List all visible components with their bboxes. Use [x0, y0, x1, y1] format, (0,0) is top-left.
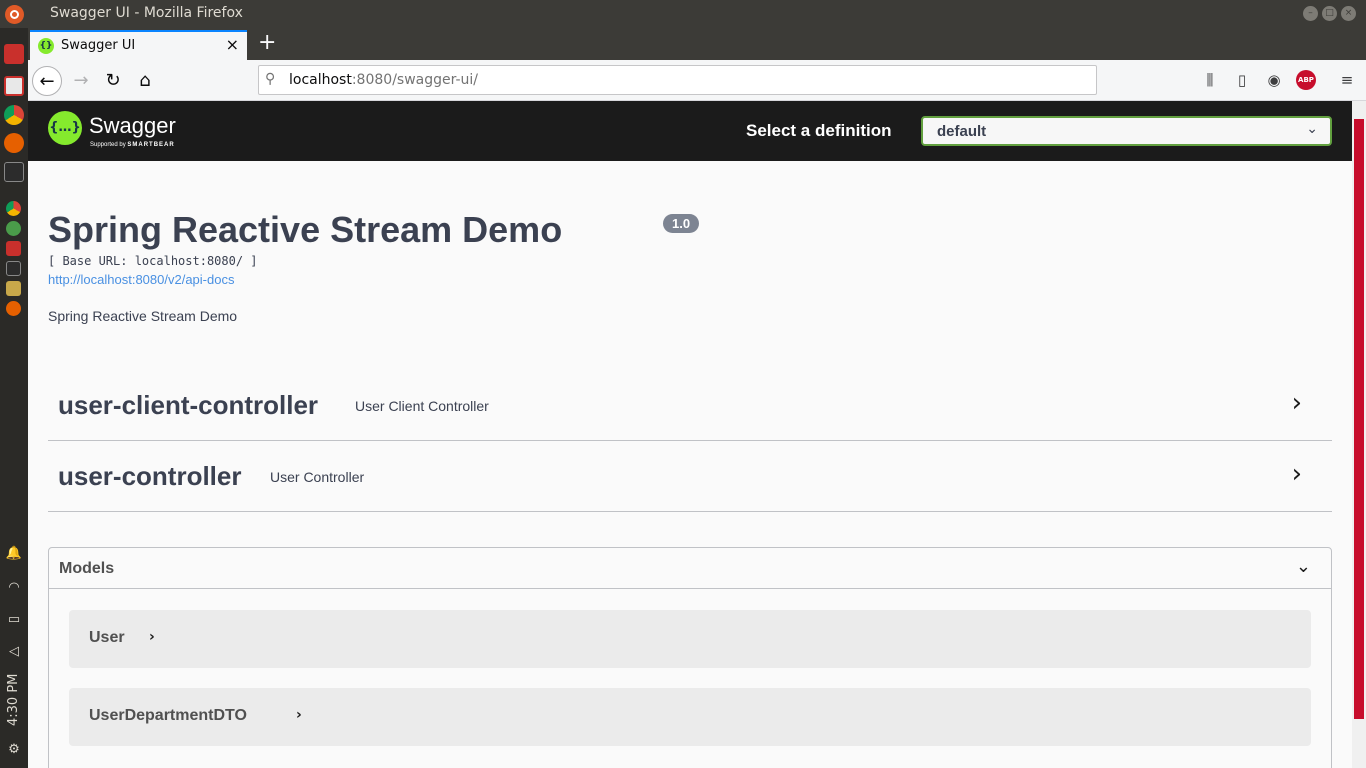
swagger-favicon-icon: {} [38, 38, 54, 54]
firefox-icon[interactable] [4, 133, 24, 153]
chevron-right-icon: › [149, 629, 155, 645]
editor-icon[interactable] [6, 281, 21, 296]
select-definition-label: Select a definition [746, 121, 892, 140]
swagger-brand-sub: Supported by SMARTBEAR [90, 142, 175, 148]
close-window-icon[interactable]: × [1341, 6, 1356, 21]
url-path: :8080/swagger-ui/ [351, 72, 479, 88]
tab-label: Swagger UI [61, 38, 136, 53]
tag-user-client-controller[interactable]: user-client-controller User Client Contr… [48, 370, 1332, 441]
sidebar-toggle-icon[interactable]: ▯ [1232, 70, 1252, 90]
model-name: User [89, 629, 125, 646]
swagger-topbar: {…} Swagger Supported by SMARTBEAR Selec… [28, 101, 1352, 161]
folder-icon[interactable] [6, 241, 21, 256]
window-titlebar: Swagger UI - Mozilla Firefox – □ × [0, 0, 1366, 28]
url-text: localhost:8080/swagger-ui/ [289, 72, 478, 88]
brand-sub-prefix: Supported by [90, 142, 126, 148]
clock[interactable]: 4:30 PM [3, 668, 25, 728]
library-icon[interactable]: ⫼ [1200, 70, 1220, 90]
tag-name: user-controller [58, 461, 242, 491]
navigation-bar: ← → ↻ ⌂ ⚲ localhost:8080/swagger-ui/ ⫼ ▯… [28, 60, 1366, 101]
volume-muted-icon[interactable]: ◁ [5, 644, 23, 660]
maximize-icon[interactable]: □ [1322, 6, 1337, 21]
brand-sub-company: SMARTBEAR [127, 142, 175, 148]
app-icon-1[interactable] [4, 44, 24, 64]
chevron-right-icon: › [1291, 388, 1302, 418]
terminal-small-icon[interactable] [6, 261, 21, 276]
home-button[interactable]: ⌂ [130, 66, 160, 96]
terminal-icon[interactable] [4, 162, 24, 182]
tag-name: user-client-controller [58, 390, 319, 420]
tag-description: User Controller [270, 469, 365, 485]
models-header[interactable]: Models ⌄ [49, 548, 1331, 589]
spring-icon[interactable] [6, 221, 21, 236]
account-icon[interactable]: ◉ [1264, 70, 1284, 90]
chevron-right-icon: › [1291, 459, 1302, 489]
scrollbar-thumb[interactable] [1354, 119, 1364, 719]
wifi-icon[interactable]: ◠ [5, 580, 23, 596]
api-docs-link[interactable]: http://localhost:8080/v2/api-docs [48, 272, 234, 287]
menu-hamburger-icon[interactable]: ≡ [1337, 70, 1357, 90]
model-user-department-dto[interactable]: UserDepartmentDTO › [69, 688, 1311, 746]
firefox-small-icon[interactable] [6, 301, 21, 316]
reload-button[interactable]: ↻ [98, 66, 128, 96]
tag-description: User Client Controller [355, 398, 489, 414]
definition-select[interactable]: default ⌄ [921, 116, 1332, 146]
files-app-icon[interactable] [4, 76, 24, 96]
page-scrollbar[interactable] [1352, 101, 1366, 768]
forward-button[interactable]: → [66, 66, 96, 96]
api-description: Spring Reactive Stream Demo [48, 308, 238, 324]
notification-bell-icon[interactable]: 🔔 [5, 546, 23, 562]
tag-user-controller[interactable]: user-controller User Controller › [48, 441, 1332, 512]
chevron-right-icon: › [296, 707, 302, 723]
new-tab-button[interactable]: + [258, 30, 276, 56]
chrome-icon[interactable] [4, 105, 24, 125]
adblock-plus-icon[interactable]: ABP [1296, 70, 1316, 90]
models-section: Models ⌄ User › UserDepartmentDTO › [48, 547, 1332, 768]
tab-swagger-ui[interactable]: {} Swagger UI × [30, 30, 247, 60]
minimize-icon[interactable]: – [1303, 6, 1318, 21]
tab-bar: {} Swagger UI × + [28, 28, 1366, 60]
chevron-down-icon: ⌄ [1295, 556, 1311, 577]
ubuntu-logo-icon[interactable] [5, 5, 24, 24]
launcher-sidebar: 🔔 ◠ ▭ ◁ 4:30 PM ⚙ [0, 28, 28, 768]
search-icon: ⚲ [265, 71, 276, 87]
battery-icon[interactable]: ▭ [5, 612, 23, 628]
close-tab-icon[interactable]: × [226, 35, 239, 54]
swagger-brand[interactable]: Swagger [89, 113, 176, 139]
version-badge: 1.0 [663, 214, 700, 233]
models-title: Models [59, 560, 115, 577]
window-title: Swagger UI - Mozilla Firefox [50, 5, 243, 21]
model-user[interactable]: User › [69, 610, 1311, 668]
settings-gear-icon[interactable]: ⚙ [5, 742, 23, 758]
chevron-down-icon: ⌄ [1306, 121, 1318, 137]
url-bar[interactable]: ⚲ localhost:8080/swagger-ui/ [258, 65, 1097, 95]
back-button[interactable]: ← [32, 66, 62, 96]
swagger-logo-icon[interactable]: {…} [48, 111, 82, 145]
model-name: UserDepartmentDTO [89, 707, 247, 724]
base-url: [ Base URL: localhost:8080/ ] [48, 254, 258, 268]
window-controls: – □ × [1303, 6, 1356, 21]
api-title: Spring Reactive Stream Demo [48, 209, 563, 250]
url-host: localhost [289, 72, 352, 88]
clock-text: 4:30 PM [6, 673, 21, 726]
page-content: {…} Swagger Supported by SMARTBEAR Selec… [28, 101, 1352, 768]
definition-select-value: default [937, 123, 987, 140]
chrome-small-icon[interactable] [6, 201, 21, 216]
